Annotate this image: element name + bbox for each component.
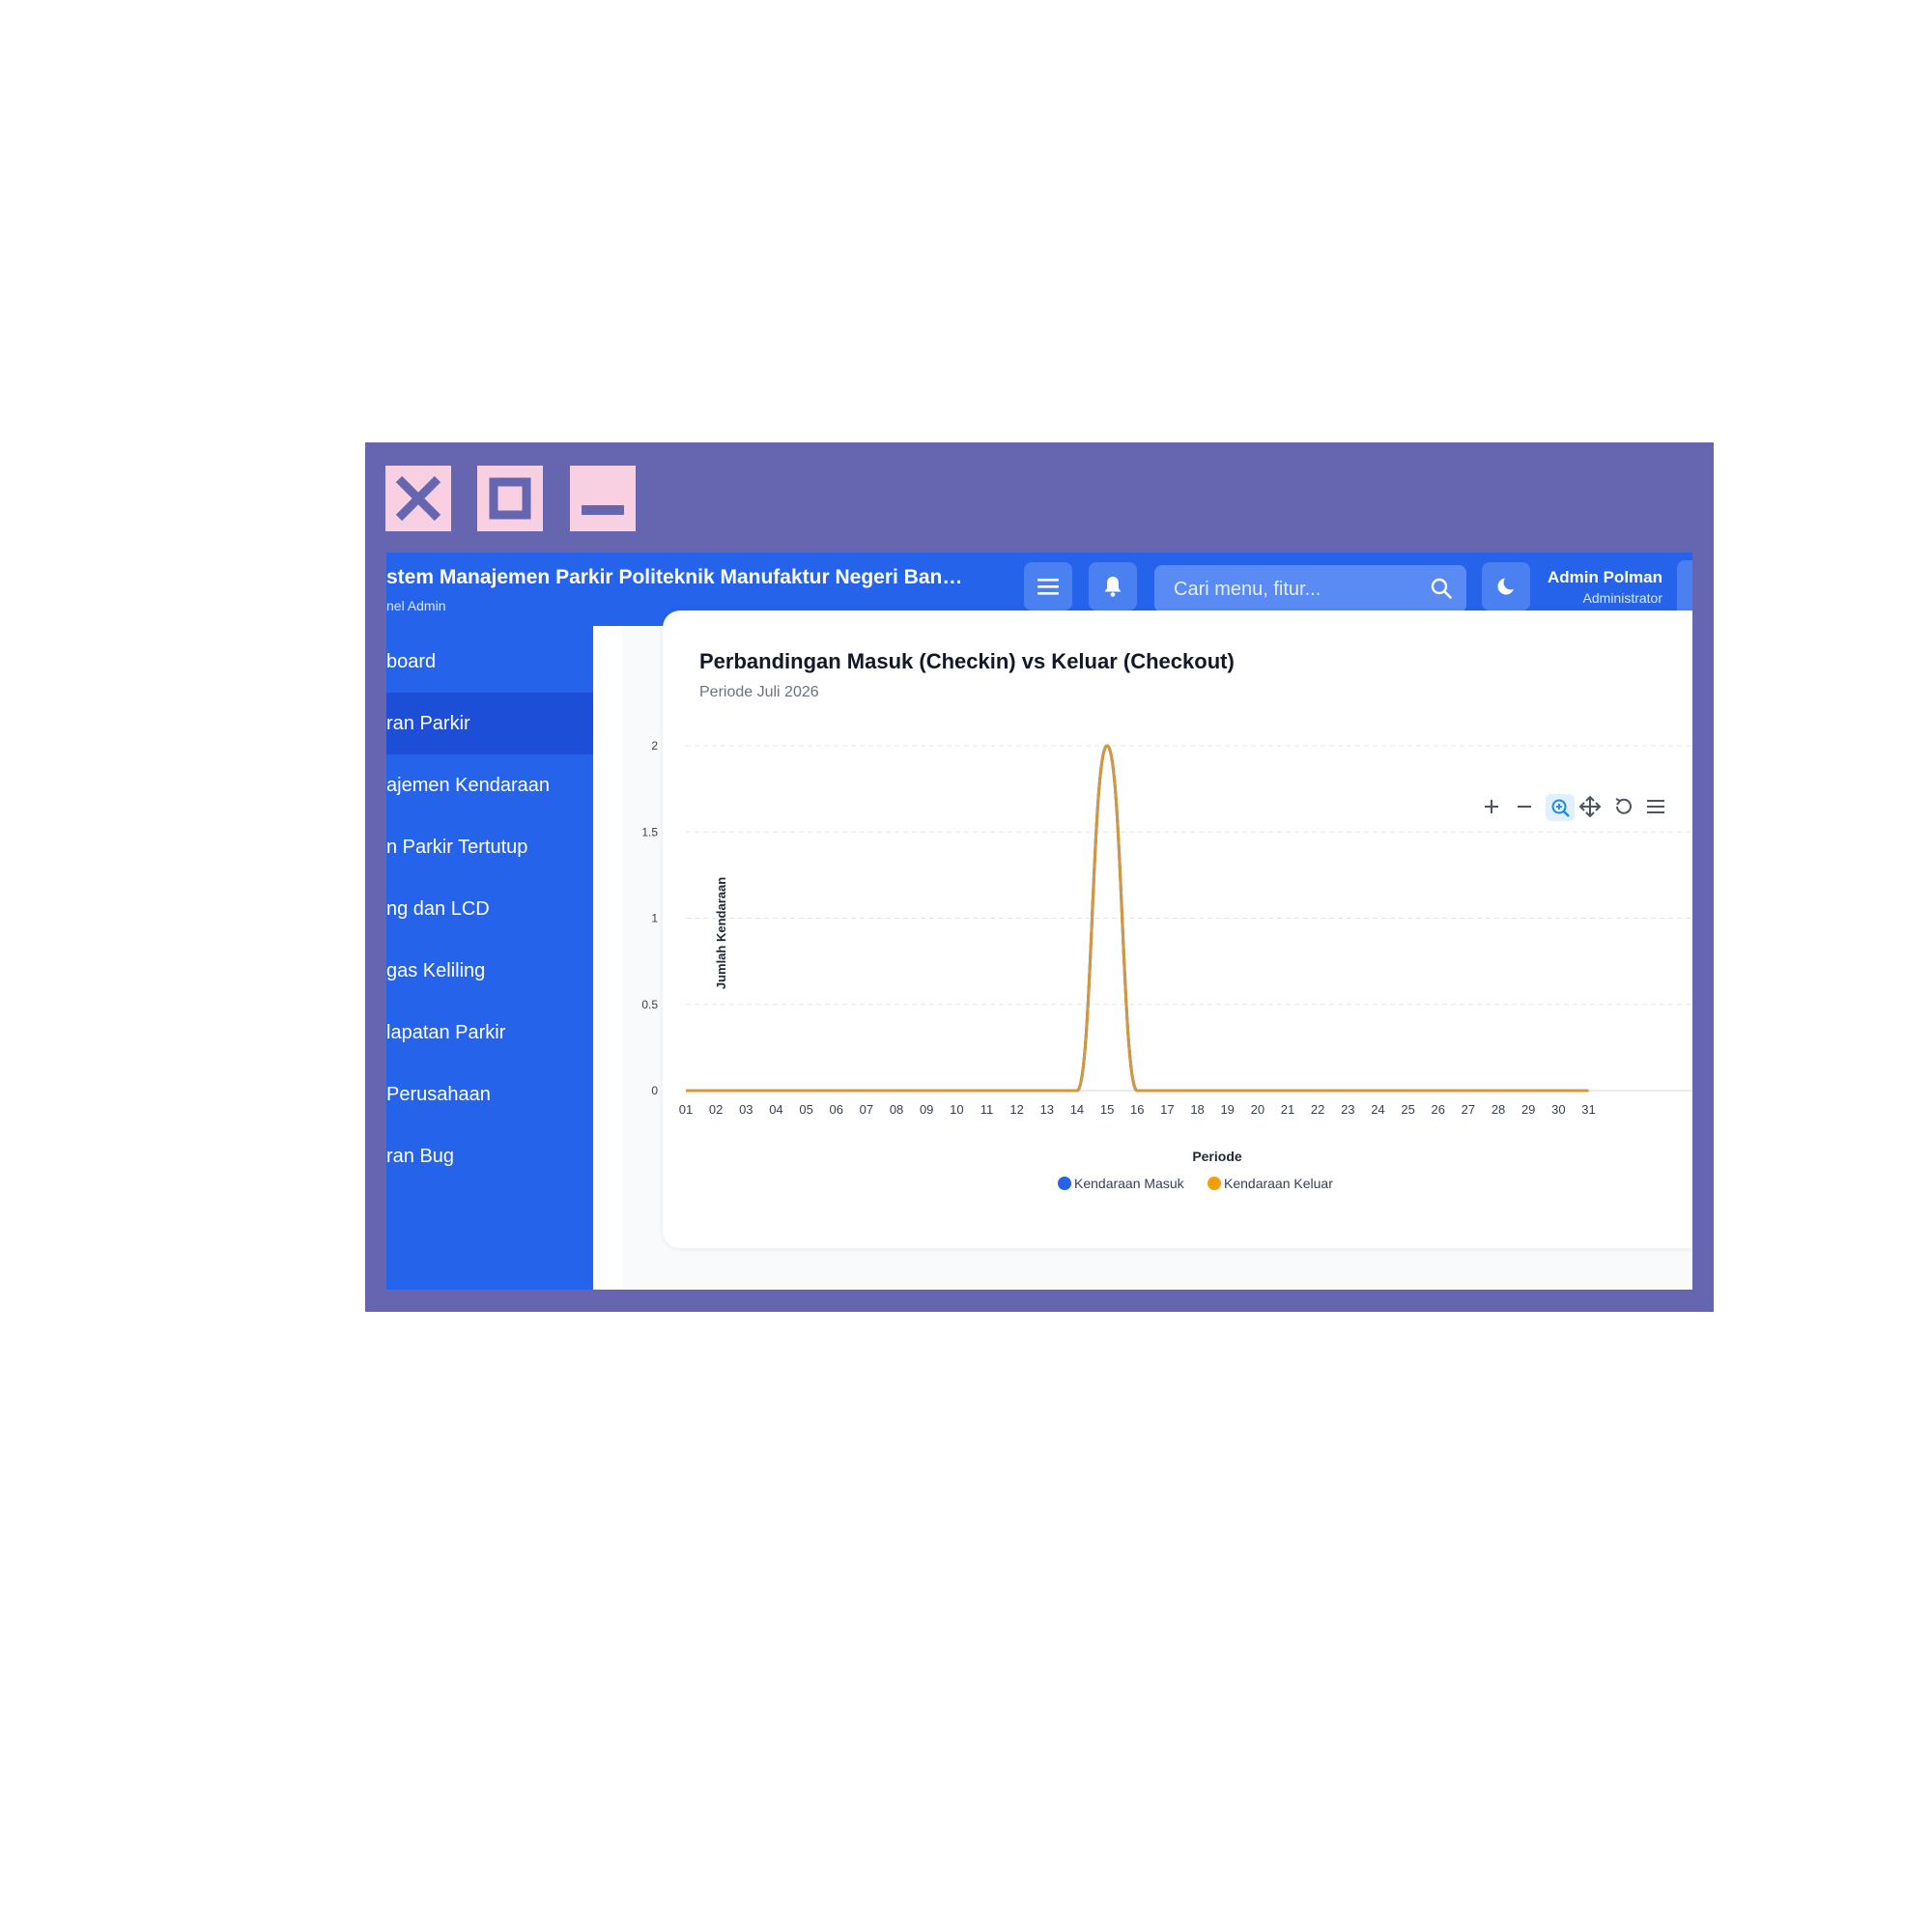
x-tick-label: 01 (679, 1102, 693, 1117)
legend-marker (1058, 1177, 1071, 1190)
chart-menu-icon[interactable] (1647, 800, 1664, 813)
window-frame: stem Manajemen Parkir Politeknik Manufak… (365, 442, 1714, 1312)
y-tick-label: 0 (651, 1084, 658, 1097)
x-tick-label: 11 (980, 1102, 994, 1117)
x-axis-label: Periode (1192, 1149, 1242, 1164)
legend-item[interactable]: Kendaraan Masuk (1058, 1176, 1185, 1191)
x-tick-label: 17 (1160, 1102, 1174, 1117)
legend-marker (1208, 1177, 1221, 1190)
window-maximize-button[interactable] (477, 466, 543, 531)
x-tick-label: 04 (769, 1102, 782, 1117)
legend-label: Kendaraan Masuk (1074, 1176, 1185, 1191)
x-tick-label: 15 (1100, 1102, 1114, 1117)
close-icon (395, 475, 441, 522)
x-tick-label: 23 (1341, 1102, 1354, 1117)
x-tick-label: 13 (1040, 1102, 1054, 1117)
window-minimize-button[interactable] (570, 466, 636, 531)
window-close-button[interactable] (385, 466, 451, 531)
chart-zoom-in-icon[interactable] (1485, 800, 1498, 813)
x-tick-label: 29 (1521, 1102, 1535, 1117)
x-tick-label: 26 (1432, 1102, 1445, 1117)
x-tick-label: 02 (709, 1102, 723, 1117)
x-tick-label: 31 (1581, 1102, 1595, 1117)
x-tick-label: 16 (1130, 1102, 1144, 1117)
x-tick-label: 07 (860, 1102, 873, 1117)
legend-label: Kendaraan Keluar (1224, 1176, 1333, 1191)
legend-item[interactable]: Kendaraan Keluar (1208, 1176, 1333, 1191)
chart-pan-icon[interactable] (1578, 795, 1602, 818)
x-tick-label: 24 (1371, 1102, 1384, 1117)
x-tick-label: 22 (1311, 1102, 1324, 1117)
x-tick-label: 21 (1281, 1102, 1294, 1117)
y-tick-label: 2 (651, 739, 658, 753)
x-tick-label: 18 (1190, 1102, 1204, 1117)
chart-reset-icon[interactable] (1615, 798, 1632, 814)
x-tick-label: 19 (1220, 1102, 1234, 1117)
x-tick-label: 27 (1462, 1102, 1475, 1117)
x-tick-label: 12 (1009, 1102, 1023, 1117)
x-tick-label: 06 (830, 1102, 843, 1117)
x-tick-label: 28 (1492, 1102, 1505, 1117)
minimize-icon (582, 505, 624, 515)
x-tick-label: 14 (1070, 1102, 1084, 1117)
x-tick-label: 30 (1551, 1102, 1565, 1117)
y-tick-label: 1.5 (641, 825, 658, 838)
y-axis-label: Jumlah Kendaraan (714, 877, 728, 989)
x-tick-label: 25 (1401, 1102, 1414, 1117)
comparison-line-chart: 0 0.5 1 1.5 2 01 02 03 04 05 06 07 08 09 10 11 12 13 14 15 1… (641, 739, 1692, 1191)
maximize-icon (489, 477, 531, 520)
y-tick-label: 1 (651, 912, 658, 925)
x-tick-label: 10 (950, 1102, 963, 1117)
chart-selection-zoom-icon[interactable] (1546, 794, 1575, 821)
x-tick-label: 03 (739, 1102, 753, 1117)
x-tick-label: 05 (799, 1102, 812, 1117)
app-viewport: stem Manajemen Parkir Politeknik Manufak… (386, 553, 1692, 1290)
y-tick-label: 0.5 (641, 998, 658, 1011)
x-tick-label: 08 (890, 1102, 903, 1117)
x-tick-label: 09 (920, 1102, 933, 1117)
x-tick-label: 20 (1251, 1102, 1264, 1117)
